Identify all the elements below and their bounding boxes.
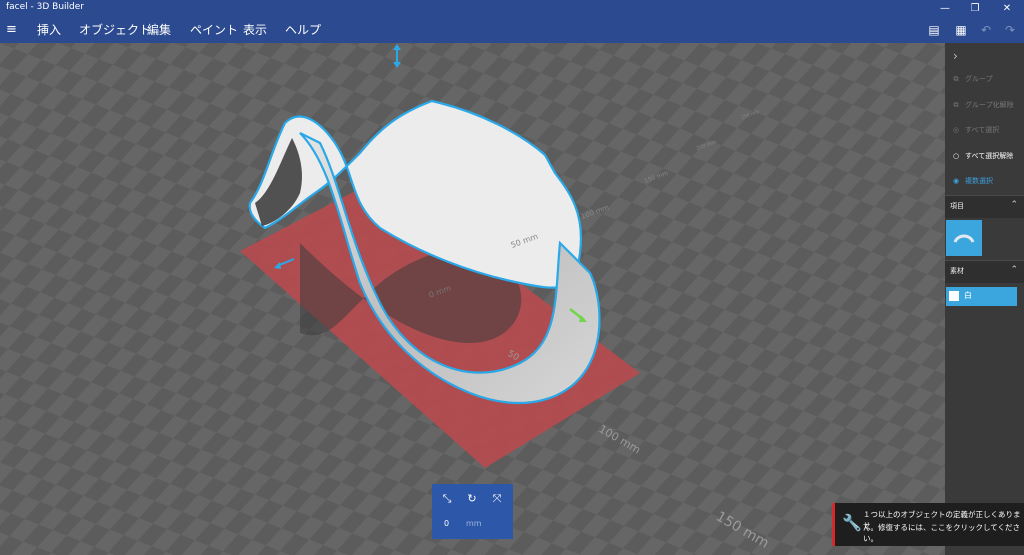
scale-icon[interactable]: ⤧ bbox=[489, 491, 505, 507]
restore-icon[interactable]: ❐ bbox=[960, 0, 990, 17]
ungroup-icon: ⧉ bbox=[953, 101, 959, 109]
move-icon[interactable]: ⤡ bbox=[439, 491, 455, 507]
panel-item-group[interactable]: ⧉ グループ bbox=[951, 72, 993, 86]
title-bar: facel - 3D Builder — ❐ ✕ bbox=[0, 0, 1024, 17]
panel-collapse-chevron-icon[interactable]: › bbox=[953, 49, 958, 63]
chevron-up-icon: ⌃ bbox=[1010, 200, 1018, 210]
menu-insert[interactable]: 挿入 bbox=[37, 22, 61, 38]
menu-object[interactable]: オブジェクト bbox=[79, 22, 151, 38]
menu-help[interactable]: ヘルプ bbox=[285, 22, 321, 38]
close-icon[interactable]: ✕ bbox=[992, 0, 1022, 17]
material-section-label: 素材 bbox=[950, 267, 964, 275]
chevron-up-icon: ⌃ bbox=[1010, 265, 1018, 275]
panel-item-select-all[interactable]: ◎ すべて選択 bbox=[951, 123, 999, 137]
window-title: facel - 3D Builder bbox=[6, 2, 84, 12]
redo-icon[interactable]: ↷ bbox=[1002, 22, 1018, 38]
hamburger-menu-icon[interactable]: ≡ bbox=[6, 22, 17, 38]
wrench-icon: 🔧 bbox=[842, 513, 862, 532]
panel-item-ungroup[interactable]: ⧉ グループ化解除 bbox=[951, 98, 1014, 112]
minimize-icon[interactable]: — bbox=[930, 0, 960, 17]
object-thumbnail[interactable] bbox=[946, 220, 982, 256]
face-shield-thumbnail-icon bbox=[953, 234, 975, 243]
items-section-header[interactable]: 項目 ⌃ bbox=[945, 195, 1024, 218]
menu-paint[interactable]: ペイント bbox=[190, 22, 238, 38]
group-icon: ⧉ bbox=[953, 75, 959, 83]
multi-select-icon: ◉ bbox=[952, 177, 960, 185]
menu-view[interactable]: 表示 bbox=[243, 22, 267, 38]
deselect-all-icon: ○ bbox=[952, 152, 960, 160]
select-all-icon: ◎ bbox=[952, 126, 960, 134]
panel-item-multi-select[interactable]: ◉ 複数選択 bbox=[951, 174, 993, 188]
rotate-icon[interactable]: ↻ bbox=[464, 491, 480, 507]
material-item-white[interactable]: 白 bbox=[946, 287, 1017, 306]
repair-notification[interactable]: 🔧 １つ以上のオブジェクトの定義が正しくありませ ん。修復するには、ここをクリッ… bbox=[832, 503, 1024, 546]
menu-edit[interactable]: 編集 bbox=[147, 22, 171, 38]
transform-toolbar: ⤡ ↻ ⤧ 0 mm bbox=[432, 484, 513, 539]
notification-line-2: ん。修復するには、ここをクリックしてください。 bbox=[863, 523, 1021, 543]
transform-value[interactable]: 0 bbox=[444, 519, 449, 528]
material-swatch bbox=[949, 291, 959, 301]
items-section-label: 項目 bbox=[950, 202, 964, 210]
material-name: 白 bbox=[964, 291, 972, 300]
scene-canvas[interactable]: 0 mm 50 mm 100 mm 150 mm 200 mm 250 mm 5… bbox=[0, 43, 945, 555]
save-icon[interactable]: ▦ bbox=[953, 22, 969, 38]
menu-bar: ≡ 挿入 オブジェクト 編集 ペイント 表示 ヘルプ ▤ ▦ ↶ ↷ bbox=[0, 17, 1024, 43]
3d-viewport[interactable]: 0 mm 50 mm 100 mm 150 mm 200 mm 250 mm 5… bbox=[0, 43, 945, 555]
panel-item-deselect-all[interactable]: ○ すべて選択解除 bbox=[951, 149, 1013, 163]
material-section-header[interactable]: 素材 ⌃ bbox=[945, 260, 1024, 283]
print-icon[interactable]: ▤ bbox=[926, 22, 942, 38]
transform-unit: mm bbox=[466, 519, 482, 528]
undo-icon[interactable]: ↶ bbox=[978, 22, 994, 38]
